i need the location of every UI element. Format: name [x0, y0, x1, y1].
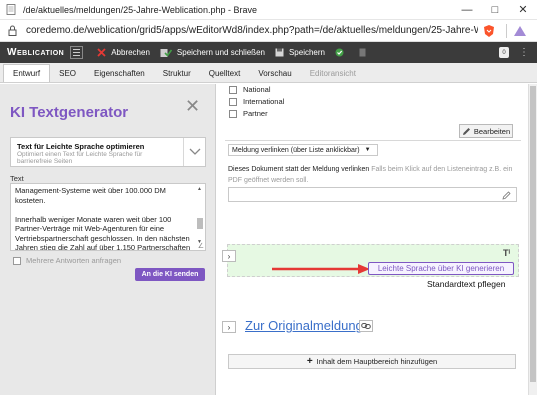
- more-options-icon[interactable]: ⋮: [519, 47, 529, 58]
- expand-element-icon[interactable]: ›: [222, 321, 236, 333]
- tab-eigenschaften[interactable]: Eigenschaften: [85, 64, 154, 82]
- notification-badge[interactable]: 0: [499, 47, 509, 58]
- resize-grip-icon[interactable]: ∠: [198, 242, 204, 250]
- document-icon: [359, 48, 366, 57]
- save-button[interactable]: Speichern: [275, 48, 325, 57]
- tab-entwurf[interactable]: Entwurf: [3, 64, 51, 82]
- ki-panel: KI Textgenerator ✕ Text für Leichte Spra…: [0, 84, 216, 395]
- address-bar: coredemo.de/weblication/grid5/apps/wEdit…: [0, 20, 537, 42]
- text-label: Text: [10, 174, 24, 183]
- ki-text-input[interactable]: Management-Systeme weit über 100.000 DM …: [10, 183, 206, 251]
- send-to-ki-button[interactable]: An die KI senden: [135, 268, 205, 281]
- pencil-icon[interactable]: [502, 191, 511, 202]
- tab-quelltext[interactable]: Quelltext: [200, 64, 250, 82]
- multiple-answers-label: Mehrere Antworten anfragen: [26, 256, 122, 265]
- window-titlebar: /de/aktuelles/meldungen/25-Jahre-Weblica…: [0, 0, 537, 20]
- link-mode-value: Meldung verlinken (über Liste anklickbar…: [232, 146, 360, 154]
- red-arrow-icon: [272, 264, 370, 274]
- tab-editoransicht: Editoransicht: [309, 68, 356, 78]
- document-button[interactable]: [359, 48, 371, 57]
- checkbox-label: International: [243, 97, 285, 106]
- checkbox[interactable]: [229, 109, 237, 118]
- link-description: Dieses Dokument statt der Meldung verlin…: [228, 164, 518, 186]
- url-field[interactable]: coredemo.de/weblication/grid5/apps/wEdit…: [26, 25, 478, 36]
- edit-button[interactable]: Bearbeiten: [459, 124, 513, 138]
- lock-icon[interactable]: [8, 25, 20, 36]
- check-button[interactable]: [335, 48, 349, 57]
- caret-down-icon: ▼: [364, 147, 371, 153]
- standard-text-label: Standardtext pflegen: [427, 279, 506, 289]
- multiple-answers-option[interactable]: Mehrere Antworten anfragen: [13, 256, 121, 265]
- close-icon: [97, 48, 106, 57]
- ki-function-description: Optimiert einen Text für Leichte Sprache…: [17, 151, 143, 165]
- link-target-input[interactable]: [228, 187, 517, 202]
- text-format-icon[interactable]: Tⁱ: [503, 248, 510, 259]
- original-news-link[interactable]: Zur Originalmeldung: [245, 318, 363, 333]
- expand-element-icon[interactable]: ›: [222, 250, 236, 262]
- tab-struktur[interactable]: Struktur: [154, 64, 200, 82]
- text-paragraph: Management-Systeme weit über 100.000 DM …: [15, 186, 166, 205]
- textarea-scrollbar[interactable]: ▲ ▼: [196, 186, 204, 248]
- scroll-up-icon[interactable]: ▲: [197, 186, 202, 192]
- save-label: Speichern: [288, 48, 325, 57]
- window-title: /de/aktuelles/meldungen/25-Jahre-Weblica…: [23, 4, 257, 15]
- save-check-icon: [160, 48, 172, 58]
- scroll-thumb[interactable]: [530, 86, 536, 382]
- link-chain-icon[interactable]: [359, 320, 373, 332]
- ki-function-title: Text für Leichte Sprache optimieren: [17, 142, 145, 151]
- ki-close-icon[interactable]: ✕: [185, 96, 200, 117]
- easy-language-button[interactable]: Leichte Sprache über KI generieren: [368, 262, 514, 275]
- add-content-label: Inhalt dem Hauptbereich hinzufügen: [316, 357, 438, 366]
- page-favicon-icon: [6, 4, 16, 15]
- text-paragraph: Innerhalb weniger Monate waren weit über…: [15, 214, 191, 251]
- divider: [225, 140, 521, 141]
- checkbox-label: Partner: [243, 109, 268, 118]
- cancel-button[interactable]: Abbrechen: [97, 48, 150, 57]
- app-logo: Weblication: [7, 47, 65, 58]
- address-divider: [506, 23, 507, 38]
- scroll-thumb[interactable]: [197, 218, 203, 229]
- edit-icon: [462, 127, 471, 136]
- checkbox-label: National: [243, 85, 271, 94]
- floppy-icon: [275, 48, 284, 57]
- maximize-button[interactable]: □: [481, 0, 509, 20]
- checkbox[interactable]: [229, 85, 237, 94]
- content-scrollbar[interactable]: [528, 84, 537, 395]
- chevron-down-icon[interactable]: [183, 138, 205, 166]
- editor-tabs: Entwurf SEO Eigenschaften Struktur Quell…: [0, 63, 537, 83]
- plus-icon: +: [306, 356, 313, 367]
- check-circle-icon: [335, 48, 344, 57]
- ki-function-dropdown[interactable]: Text für Leichte Sprache optimieren Opti…: [10, 137, 206, 167]
- tab-vorschau[interactable]: Vorschau: [249, 64, 300, 82]
- minimize-button[interactable]: —: [453, 0, 481, 20]
- cancel-label: Abbrechen: [111, 48, 150, 57]
- checkbox-partner[interactable]: Partner: [229, 109, 268, 118]
- save-close-label: Speichern und schließen: [176, 48, 265, 57]
- edit-label: Bearbeiten: [473, 126, 511, 136]
- multiple-answers-checkbox[interactable]: [13, 256, 21, 265]
- content-panel: National International Partner Bearbeite…: [217, 84, 537, 395]
- checkbox-international[interactable]: International: [229, 97, 284, 106]
- checkbox[interactable]: [229, 97, 237, 106]
- ki-panel-title: KI Textgenerator: [10, 104, 129, 121]
- add-content-button[interactable]: + Inhalt dem Hauptbereich hinzufügen: [228, 354, 516, 369]
- brave-rewards-icon[interactable]: [513, 24, 527, 38]
- link-description-main: Dieses Dokument statt der Meldung verlin…: [228, 166, 370, 173]
- app-toolbar: Weblication Abbrechen Speichern und schl…: [0, 42, 537, 63]
- menu-icon[interactable]: [70, 46, 84, 59]
- close-window-button[interactable]: ✕: [509, 0, 537, 20]
- checkbox-national[interactable]: National: [229, 85, 271, 94]
- brave-shield-icon[interactable]: [482, 24, 496, 38]
- save-close-button[interactable]: Speichern und schließen: [160, 48, 265, 58]
- tab-seo[interactable]: SEO: [50, 64, 85, 82]
- link-mode-select[interactable]: Meldung verlinken (über Liste anklickbar…: [228, 144, 378, 156]
